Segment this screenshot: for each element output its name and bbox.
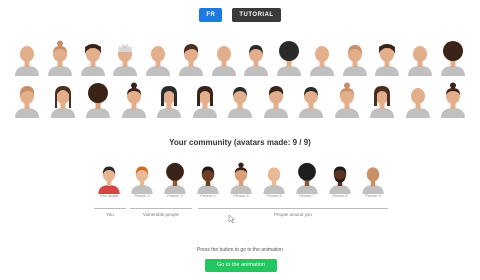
avatar-icon — [178, 44, 203, 76]
community-avatars: Your avatar Person 2 Person 3 Person 4 P… — [94, 162, 388, 199]
member-avatar-icon — [98, 166, 120, 194]
avatar-icon — [47, 40, 72, 76]
avatar-option[interactable] — [209, 40, 239, 76]
community-member[interactable]: Person 6 — [259, 162, 289, 199]
avatar-option[interactable] — [48, 82, 78, 118]
member-name: Person 2 — [134, 194, 150, 198]
avatar-option[interactable] — [296, 82, 326, 118]
community-member[interactable]: Person 4 — [193, 162, 223, 199]
avatar-icon — [441, 82, 465, 118]
avatar-icon — [277, 41, 302, 76]
avatar-icon — [370, 86, 394, 118]
member-avatar-icon — [296, 162, 318, 194]
avatar-option[interactable] — [405, 40, 435, 76]
group-label: People around you — [274, 212, 312, 217]
group-around-you: People around you — [198, 208, 388, 221]
community-member[interactable]: Person 5 — [226, 162, 256, 199]
avatar-option[interactable] — [307, 40, 337, 76]
community-groups: You Vulnerable people People around you — [94, 208, 388, 222]
avatar-option[interactable] — [45, 40, 75, 76]
avatar-option[interactable] — [12, 82, 42, 118]
member-avatar-icon — [230, 162, 252, 194]
member-name: Person 7 — [299, 194, 315, 198]
member-name: Person 5 — [233, 194, 249, 198]
avatar-library-row-2 — [12, 82, 468, 118]
avatar-option[interactable] — [83, 82, 113, 118]
avatar-option[interactable] — [119, 82, 149, 118]
group-label: Vulnerable people — [142, 212, 180, 217]
member-name: Person 3 — [167, 194, 183, 198]
avatar-option[interactable] — [438, 40, 468, 76]
avatar-option[interactable] — [190, 82, 220, 118]
avatar-icon — [15, 86, 39, 118]
avatar-icon — [263, 86, 288, 118]
member-avatar-icon — [362, 167, 384, 194]
community-title: Your community (avatars made: 9 / 9) — [169, 138, 311, 147]
avatar-option[interactable] — [403, 82, 433, 118]
member-avatar-icon — [164, 162, 186, 194]
avatar-icon — [157, 86, 181, 118]
community-member[interactable]: Person 8 — [325, 162, 355, 199]
member-avatar-icon — [197, 166, 219, 194]
group-label: You — [106, 212, 114, 217]
avatar-option[interactable] — [274, 40, 304, 76]
mouse-cursor-icon — [228, 214, 236, 224]
avatar-option[interactable] — [154, 82, 184, 118]
go-to-animation-button[interactable]: Go to the animation — [205, 259, 277, 272]
member-name: Person 6 — [266, 194, 282, 198]
instruction-text: Press the button to go to the animation — [197, 247, 283, 253]
avatar-option[interactable] — [340, 40, 370, 76]
tutorial-button[interactable]: TUTORIAL — [232, 8, 281, 22]
avatar-library-row-1 — [12, 40, 468, 76]
community-member[interactable]: Person 7 — [292, 162, 322, 199]
avatar-icon — [113, 43, 138, 76]
avatar-option[interactable] — [110, 40, 140, 76]
avatar-option[interactable] — [143, 40, 173, 76]
avatar-icon — [299, 87, 323, 118]
avatar-option[interactable] — [261, 82, 291, 118]
member-name: Your avatar — [99, 194, 119, 198]
avatar-icon — [408, 46, 433, 76]
avatar-icon — [15, 46, 39, 76]
avatar-icon — [80, 44, 105, 76]
avatar-icon — [405, 88, 430, 118]
group-you: You — [94, 208, 126, 221]
community-member[interactable]: Person 3 — [160, 162, 190, 199]
community-member[interactable]: Person 9 — [358, 162, 388, 199]
member-name: Person 4 — [200, 194, 216, 198]
avatar-icon — [342, 45, 367, 76]
avatar-option[interactable] — [332, 82, 362, 118]
avatar-option[interactable] — [12, 40, 42, 76]
community-member[interactable]: Your avatar — [94, 162, 124, 199]
language-button[interactable]: FR — [199, 8, 223, 22]
member-avatar-icon — [263, 167, 285, 194]
avatar-icon — [211, 46, 236, 76]
avatar-icon — [50, 86, 75, 118]
avatar-icon — [86, 83, 110, 118]
avatar-option[interactable] — [241, 40, 271, 76]
member-avatar-icon — [329, 166, 351, 194]
avatar-icon — [146, 46, 171, 76]
avatar-icon — [228, 87, 252, 118]
avatar-icon — [192, 86, 217, 118]
community-member[interactable]: Person 2 — [127, 162, 157, 199]
avatar-option[interactable] — [78, 40, 108, 76]
avatar-option[interactable] — [176, 40, 206, 76]
header-buttons: FR TUTORIAL — [0, 8, 480, 22]
avatar-option[interactable] — [438, 82, 468, 118]
avatar-icon — [309, 46, 334, 76]
member-avatar-icon — [131, 166, 153, 194]
avatar-icon — [121, 82, 146, 118]
avatar-icon — [375, 44, 400, 76]
avatar-option[interactable] — [225, 82, 255, 118]
avatar-icon — [440, 41, 465, 76]
avatar-icon — [334, 82, 359, 118]
avatar-icon — [244, 45, 269, 76]
avatar-option[interactable] — [372, 40, 402, 76]
member-name: Person 8 — [332, 194, 348, 198]
avatar-option[interactable] — [367, 82, 397, 118]
member-name: Person 9 — [365, 194, 381, 198]
group-vulnerable: Vulnerable people — [130, 208, 192, 221]
